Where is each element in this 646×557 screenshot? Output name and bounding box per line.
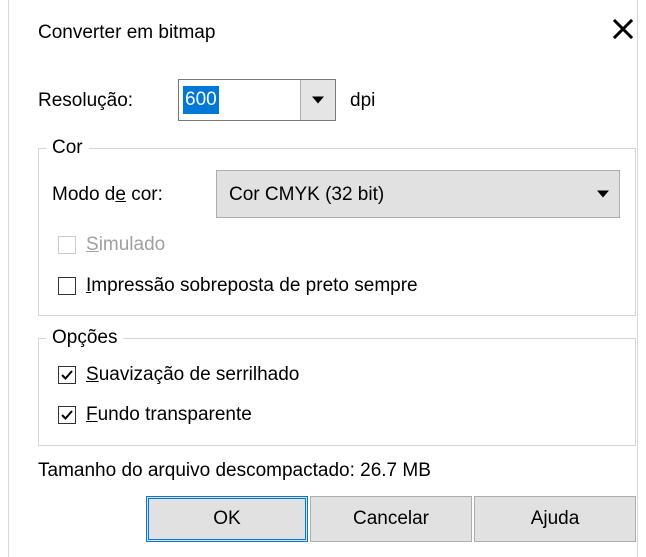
resolution-combobox[interactable]: 600 <box>178 79 336 121</box>
color-mode-label-b: cor: <box>125 184 163 205</box>
color-mode-value: Cor CMYK (32 bit) <box>229 184 385 205</box>
resolution-label: Resolução: <box>38 90 134 111</box>
options-group-legend: Opções <box>46 328 124 348</box>
resolution-input[interactable]: 600 <box>183 86 219 114</box>
dialog-title: Converter em bitmap <box>38 22 216 43</box>
transparent-background-checkbox[interactable] <box>58 406 76 424</box>
ok-button[interactable]: OK <box>146 496 308 542</box>
simulated-text: imulado <box>98 234 166 255</box>
color-group-legend: Cor <box>46 138 89 158</box>
resolution-unit: dpi <box>350 90 376 111</box>
color-mode-label-mnemonic: e <box>115 184 126 205</box>
overprint-checkbox[interactable] <box>58 277 76 295</box>
color-mode-label: Modo de cor: <box>52 184 163 206</box>
resolution-dropdown-button[interactable] <box>300 80 335 120</box>
antialias-mnemonic: S <box>86 364 99 385</box>
transparent-text: undo transparente <box>97 404 252 425</box>
simulated-checkbox[interactable] <box>58 236 76 254</box>
color-mode-select[interactable]: Cor CMYK (32 bit) <box>216 170 620 218</box>
antialias-label: Suavização de serrilhado <box>86 364 299 386</box>
overprint-text: mpressão sobreposta de preto sempre <box>91 275 418 296</box>
color-mode-label-a: Modo d <box>52 184 116 205</box>
antialias-checkbox[interactable] <box>58 366 76 384</box>
close-icon <box>612 18 634 40</box>
transparent-background-label: Fundo transparente <box>86 404 252 426</box>
transparent-mnemonic: F <box>86 404 98 425</box>
chevron-down-icon <box>597 190 609 198</box>
close-button[interactable] <box>608 14 638 44</box>
simulated-mnemonic: S <box>86 234 99 255</box>
file-size-text: Tamanho do arquivo descompactado: 26.7 M… <box>38 460 431 481</box>
convert-bitmap-dialog: Converter em bitmap Resolução: 600 dpi C… <box>0 0 646 557</box>
overprint-label: Impressão sobreposta de preto sempre <box>86 275 418 297</box>
cancel-button[interactable]: Cancelar <box>310 496 472 542</box>
simulated-label: Simulado <box>86 234 165 256</box>
chevron-down-icon <box>312 96 324 104</box>
dialog-left-edge <box>8 0 9 557</box>
options-group <box>38 338 636 446</box>
checkmark-icon <box>61 370 73 380</box>
dialog-right-edge <box>637 0 638 557</box>
help-button[interactable]: Ajuda <box>474 496 636 542</box>
checkmark-icon <box>61 410 73 420</box>
antialias-text: uavização de serrilhado <box>98 364 300 385</box>
